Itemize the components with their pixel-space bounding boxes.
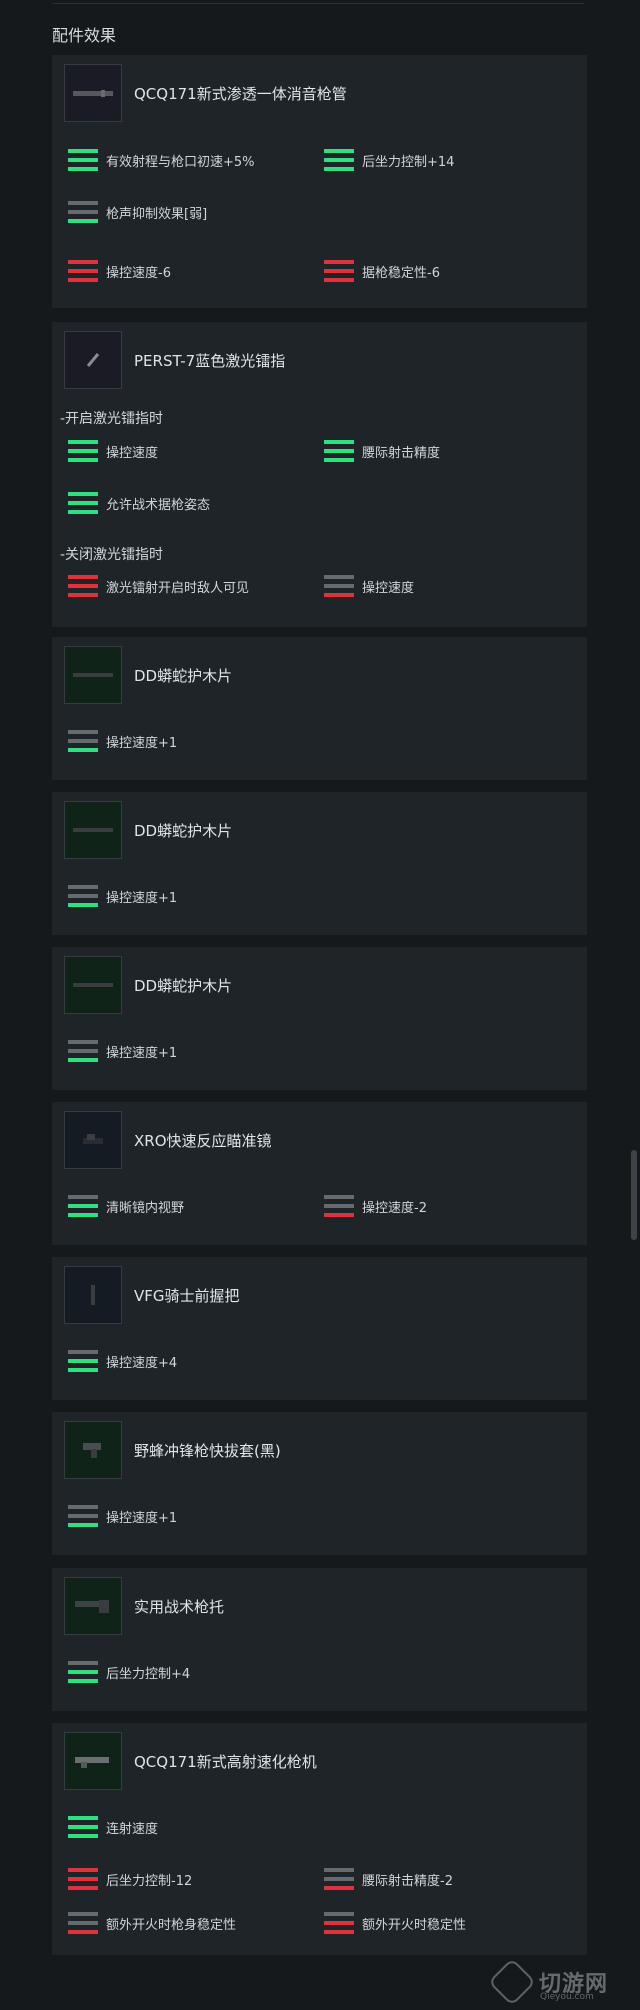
stat-bars-icon [68,201,98,223]
attachment-card-grip[interactable]: VFG骑士前握把 操控速度+4 [52,1257,587,1400]
stat-bars-icon [68,1195,98,1217]
stat-row: 操控速度+1 [68,885,177,907]
stat-row: 激光镭射开启时敌人可见 [68,575,249,597]
stat-row: 枪声抑制效果[弱] [68,201,207,223]
stat-bars-icon [324,575,354,597]
stat-bars-icon [68,1040,98,1062]
stat-row: 后坐力控制+4 [68,1661,190,1683]
stat-row: 连射速度 [68,1816,158,1838]
stat-bars-icon [68,492,98,514]
stat-row: 操控速度+4 [68,1350,177,1372]
attachment-title: VFG骑士前握把 [134,1287,240,1305]
bolt-carrier-icon [64,1732,122,1790]
stat-bars-icon [324,440,354,462]
handguard-panel-icon [64,801,122,859]
stat-bars-icon [324,260,354,282]
stat-bars-icon [68,1661,98,1683]
stat-bars-icon [68,149,98,171]
stat-row: 操控速度 [324,575,414,597]
laser-on-heading: -开启激光镭指时 [60,411,164,427]
stat-bars-icon [324,1868,354,1890]
stat-row: 操控速度-6 [68,260,171,282]
watermark-subtext: Qieyou.com [540,1992,594,2002]
red-dot-sight-icon [64,1111,122,1169]
laser-off-heading: -关闭激光镭指时 [60,547,164,563]
stat-row: 清晰镜内视野 [68,1195,184,1217]
attachment-title: QCQ171新式渗透一体消音枪管 [134,85,347,103]
attachment-card-barrel[interactable]: QCQ171新式渗透一体消音枪管 有效射程与枪口初速+5% 后坐力控制+14 枪… [52,55,587,308]
stat-row: 操控速度+1 [68,1040,177,1062]
attachment-title: 野蜂冲锋枪快拔套(黑) [134,1442,281,1460]
suppressor-barrel-icon [64,64,122,122]
stat-bars-icon [68,1868,98,1890]
stat-row: 后坐力控制-12 [68,1868,192,1890]
laser-pointer-icon [64,331,122,389]
stat-row: 后坐力控制+14 [324,149,454,171]
attachment-card-handguard[interactable]: DD蟒蛇护木片 操控速度+1 [52,947,587,1090]
stat-bars-icon [68,730,98,752]
stat-row: 腰际射击精度 [324,440,440,462]
attachment-title: PERST-7蓝色激光镭指 [134,352,286,370]
quickdraw-holster-icon [64,1421,122,1479]
attachment-card-handguard[interactable]: DD蟒蛇护木片 操控速度+1 [52,792,587,935]
stat-row: 有效射程与枪口初速+5% [68,149,255,171]
stat-bars-icon [68,1505,98,1527]
stat-bars-icon [68,440,98,462]
stat-row: 额外开火时枪身稳定性 [68,1912,236,1934]
attachment-title: DD蟒蛇护木片 [134,667,233,685]
attachment-card-holster[interactable]: 野蜂冲锋枪快拔套(黑) 操控速度+1 [52,1412,587,1555]
tactical-stock-icon [64,1577,122,1635]
attachment-title: QCQ171新式高射速化枪机 [134,1753,317,1771]
stat-bars-icon [68,260,98,282]
stat-row: 操控速度 [68,440,158,462]
stat-bars-icon [68,1912,98,1934]
stat-row: 腰际射击精度-2 [324,1868,453,1890]
stat-bars-icon [324,1195,354,1217]
stat-bars-icon [324,149,354,171]
stat-row: 操控速度-2 [324,1195,427,1217]
stat-bars-icon [68,1816,98,1838]
attachment-card-handguard[interactable]: DD蟒蛇护木片 操控速度+1 [52,637,587,780]
stat-bars-icon [68,885,98,907]
stat-row: 操控速度+1 [68,730,177,752]
stat-bars-icon [68,575,98,597]
attachment-card-bolt[interactable]: QCQ171新式高射速化枪机 连射速度 后坐力控制-12 腰际射击精度-2 额外… [52,1723,587,1955]
attachment-title: XRO快速反应瞄准镜 [134,1132,272,1150]
stat-bars-icon [324,1912,354,1934]
scrollbar[interactable] [631,1150,637,1240]
vertical-grip-icon [64,1266,122,1324]
section-title: 配件效果 [52,26,117,45]
attachment-card-laser[interactable]: PERST-7蓝色激光镭指 -开启激光镭指时 操控速度 腰际射击精度 允许战术据… [52,322,587,627]
attachment-title: DD蟒蛇护木片 [134,977,233,995]
handguard-panel-icon [64,956,122,1014]
attachment-card-stock[interactable]: 实用战术枪托 后坐力控制+4 [52,1568,587,1711]
attachment-title: DD蟒蛇护木片 [134,822,233,840]
attachment-title: 实用战术枪托 [134,1598,225,1616]
watermark-logo-icon [487,1957,537,2007]
stat-row: 额外开火时稳定性 [324,1912,466,1934]
stat-bars-icon [68,1350,98,1372]
stat-row: 允许战术据枪姿态 [68,492,210,514]
attachment-card-sight[interactable]: XRO快速反应瞄准镜 清晰镜内视野 操控速度-2 [52,1102,587,1245]
handguard-panel-icon [64,646,122,704]
stat-row: 据枪稳定性-6 [324,260,440,282]
stat-row: 操控速度+1 [68,1505,177,1527]
top-divider [52,3,584,4]
